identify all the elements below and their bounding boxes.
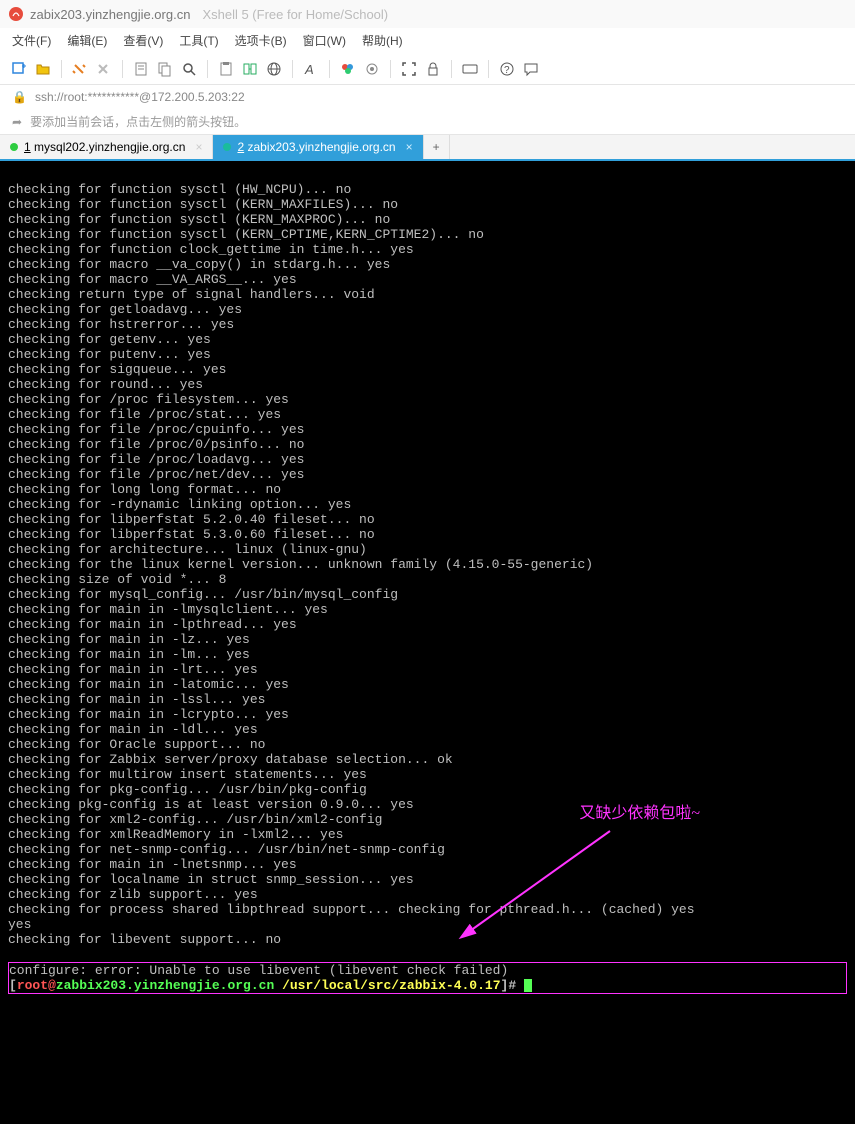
lock-icon[interactable] — [424, 60, 442, 78]
separator — [390, 60, 391, 78]
search-icon[interactable] — [180, 60, 198, 78]
menu-help[interactable]: 帮助(H) — [362, 32, 403, 49]
lock-small-icon: 🔒 — [12, 90, 27, 104]
title-bar: zabix203.yinzhengjie.org.cn Xshell 5 (Fr… — [0, 0, 855, 28]
app-icon — [8, 6, 24, 22]
separator — [488, 60, 489, 78]
transfer-icon[interactable] — [241, 60, 259, 78]
menu-file[interactable]: 文件(F) — [12, 32, 51, 49]
properties-icon[interactable] — [132, 60, 150, 78]
window-title: zabix203.yinzhengjie.org.cn — [30, 7, 190, 22]
info-text: 要添加当前会话，点击左侧的箭头按钮。 — [30, 113, 246, 130]
separator — [451, 60, 452, 78]
tab-label: 2 zabix203.yinzhengjie.org.cn — [237, 140, 395, 154]
open-icon[interactable] — [34, 60, 52, 78]
paste-icon[interactable] — [217, 60, 235, 78]
prompt-close: ]# — [501, 978, 517, 993]
svg-text:A: A — [304, 62, 314, 77]
tab-label: 1 mysql202.yinzhengjie.org.cn — [24, 140, 185, 154]
error-line: configure: error: Unable to use libevent… — [9, 963, 508, 978]
highlight-icon[interactable] — [363, 60, 381, 78]
info-bar: ➦ 要添加当前会话，点击左侧的箭头按钮。 — [0, 109, 855, 135]
menu-view[interactable]: 查看(V) — [123, 32, 163, 49]
tab-mysql202[interactable]: 1 mysql202.yinzhengjie.org.cn × — [0, 135, 213, 159]
menu-tools[interactable]: 工具(T) — [179, 32, 218, 49]
help-icon[interactable]: ? — [498, 60, 516, 78]
cursor — [524, 979, 532, 992]
status-dot-icon — [10, 143, 18, 151]
globe-icon[interactable] — [265, 60, 283, 78]
menu-tabs[interactable]: 选项卡(B) — [235, 32, 287, 49]
tab-zabix203[interactable]: 2 zabix203.yinzhengjie.org.cn × — [213, 135, 423, 159]
reconnect-icon[interactable] — [71, 60, 89, 78]
terminal-output: checking for function sysctl (HW_NCPU)..… — [8, 182, 847, 947]
error-highlight-box: configure: error: Unable to use libevent… — [8, 962, 847, 994]
new-session-icon[interactable] — [10, 60, 28, 78]
address-bar: 🔒 ssh://root:***********@172.200.5.203:2… — [0, 85, 855, 109]
close-icon[interactable]: × — [406, 140, 413, 154]
menu-edit[interactable]: 编辑(E) — [67, 32, 107, 49]
prompt-path: /usr/local/src/zabbix-4.0.17 — [282, 978, 500, 993]
tab-bar: 1 mysql202.yinzhengjie.org.cn × 2 zabix2… — [0, 135, 855, 161]
color-icon[interactable] — [339, 60, 357, 78]
new-tab-button[interactable]: + — [424, 135, 450, 159]
separator — [292, 60, 293, 78]
svg-text:?: ? — [504, 65, 510, 76]
copy-icon[interactable] — [156, 60, 174, 78]
chat-icon[interactable] — [522, 60, 540, 78]
font-icon[interactable]: A — [302, 60, 320, 78]
annotation-text: 又缺少依赖包啦~ — [579, 806, 700, 821]
arrow-hint-icon[interactable]: ➦ — [12, 115, 22, 129]
separator — [207, 60, 208, 78]
fullscreen-icon[interactable] — [400, 60, 418, 78]
prompt-user: root@ — [17, 978, 56, 993]
address-text[interactable]: ssh://root:***********@172.200.5.203:22 — [35, 90, 245, 104]
menu-window[interactable]: 窗口(W) — [303, 32, 346, 49]
keyboard-icon[interactable] — [461, 60, 479, 78]
separator — [61, 60, 62, 78]
toolbar: A ? — [0, 53, 855, 85]
separator — [329, 60, 330, 78]
prompt-host: zabbix203.yinzhengjie.org.cn — [56, 978, 274, 993]
window-subtitle: Xshell 5 (Free for Home/School) — [202, 7, 388, 22]
status-dot-icon — [223, 143, 231, 151]
separator — [122, 60, 123, 78]
disconnect-icon[interactable] — [95, 60, 113, 78]
prompt-open: [ — [9, 978, 17, 993]
menu-bar: 文件(F) 编辑(E) 查看(V) 工具(T) 选项卡(B) 窗口(W) 帮助(… — [0, 28, 855, 53]
terminal[interactable]: checking for function sysctl (HW_NCPU)..… — [0, 161, 855, 1124]
close-icon[interactable]: × — [195, 140, 202, 154]
